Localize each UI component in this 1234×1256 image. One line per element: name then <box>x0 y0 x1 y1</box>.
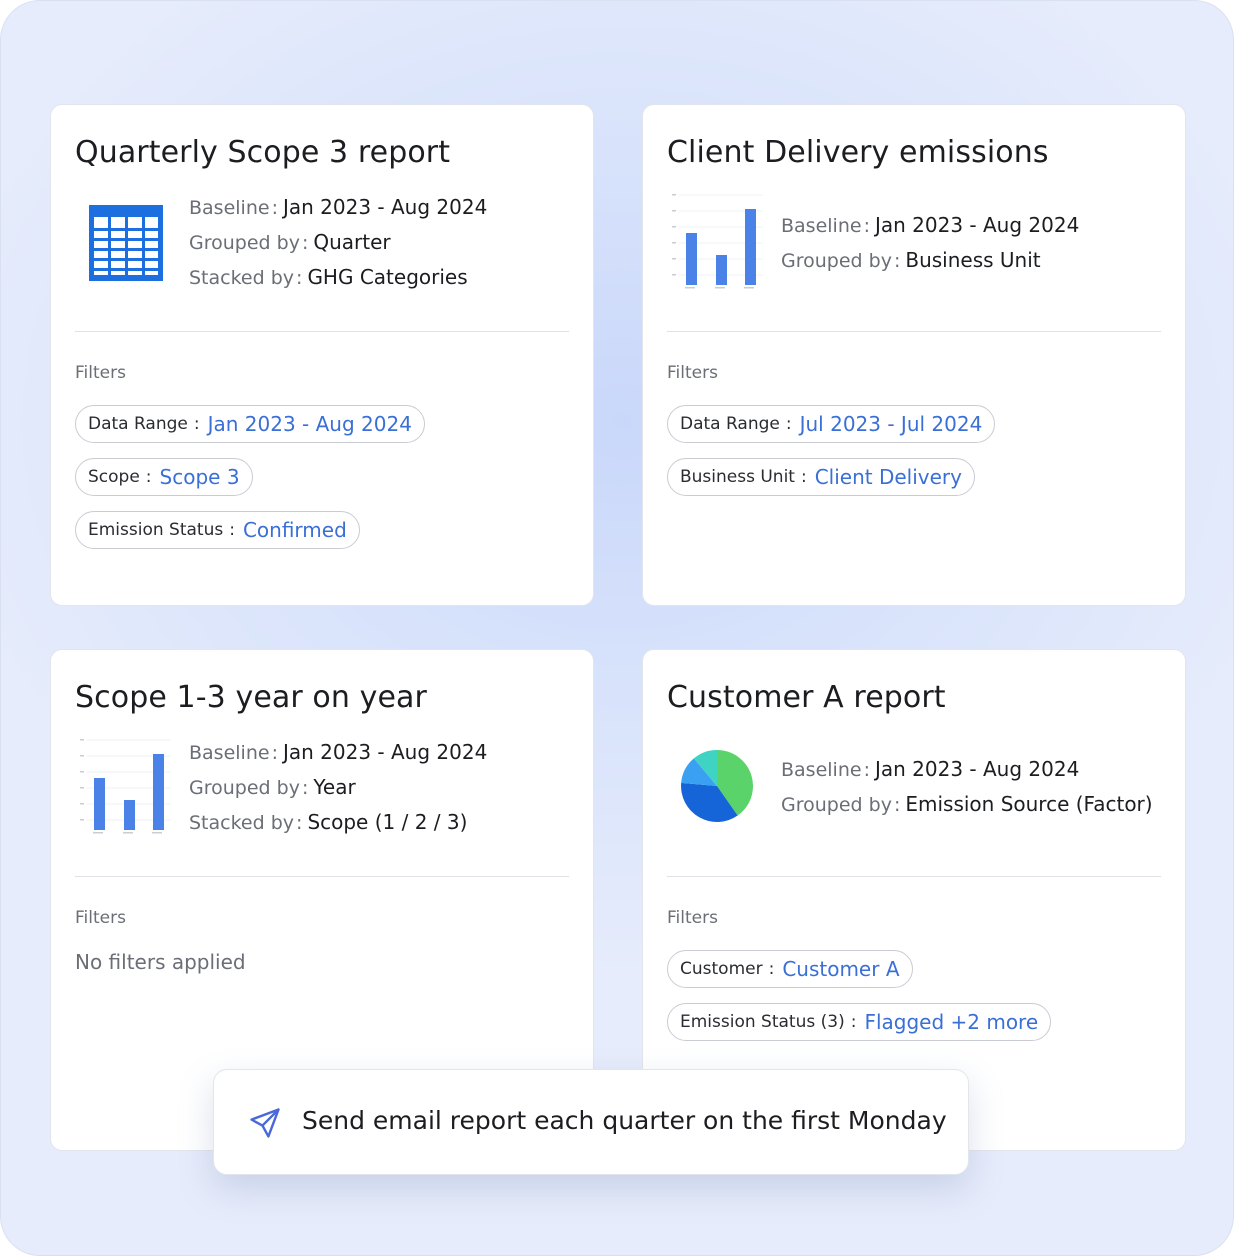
divider <box>75 331 569 332</box>
filter-chip-business-unit[interactable]: Business Unit: Client Delivery <box>667 458 975 496</box>
card-meta: Baseline: Jan 2023 - Aug 2024 Grouped by:… <box>781 208 1079 278</box>
filter-chip-scope[interactable]: Scope: Scope 3 <box>75 458 253 496</box>
card-title: Customer A report <box>667 680 946 715</box>
card-meta: Baseline: Jan 2023 - Aug 2024 Grouped by:… <box>189 190 487 295</box>
filters-label: Filters <box>75 363 126 383</box>
card-title: Quarterly Scope 3 report <box>75 135 451 170</box>
background-frame: Quarterly Scope 3 report Baseline: Jan 20… <box>0 0 1234 1256</box>
filters-label: Filters <box>667 908 718 928</box>
email-schedule-text: Send email report each quarter on the fi… <box>302 1106 947 1135</box>
filter-chip-data-range[interactable]: Data Range: Jan 2023 - Aug 2024 <box>75 405 425 443</box>
filter-chips: Data Range: Jul 2023 - Jul 2024 Business … <box>667 405 996 511</box>
bar-chart-icon <box>672 194 763 289</box>
filter-chips: Customer: Customer A Emission Status (3):… <box>667 950 1052 1056</box>
filter-chips: Data Range: Jan 2023 - Aug 2024 Scope: Sco… <box>75 405 425 564</box>
bar-chart-icon <box>80 739 171 834</box>
filter-chip-data-range[interactable]: Data Range: Jul 2023 - Jul 2024 <box>667 405 996 443</box>
table-icon <box>89 205 163 281</box>
filter-chip-emission-status[interactable]: Emission Status (3): Flagged +2 more <box>667 1003 1052 1041</box>
card-meta: Baseline: Jan 2023 - Aug 2024 Grouped by:… <box>189 735 487 840</box>
divider <box>75 876 569 877</box>
filter-chip-customer[interactable]: Customer: Customer A <box>667 950 913 988</box>
divider <box>667 331 1161 332</box>
card-title: Scope 1-3 year on year <box>75 680 427 715</box>
pie-chart-icon <box>681 750 754 822</box>
meta-baseline: Baseline: Jan 2023 - Aug 2024 <box>781 213 1080 237</box>
report-card-quarterly-scope-3[interactable]: Quarterly Scope 3 report Baseline: Jan 20… <box>50 104 594 606</box>
card-title: Client Delivery emissions <box>667 135 1049 170</box>
email-schedule-bar[interactable]: Send email report each quarter on the fi… <box>213 1069 969 1175</box>
no-filters-text: No filters applied <box>75 950 246 974</box>
card-meta: Baseline: Jan 2023 - Aug 2024 Grouped by:… <box>781 752 1153 822</box>
meta-grouped-by: Grouped by: Emission Source (Factor) <box>781 792 1153 816</box>
meta-stacked-by: Stacked by: GHG Categories <box>189 265 468 289</box>
meta-baseline: Baseline: Jan 2023 - Aug 2024 <box>189 740 488 764</box>
meta-grouped-by: Grouped by: Year <box>189 775 356 799</box>
filters-label: Filters <box>667 363 718 383</box>
filters-label: Filters <box>75 908 126 928</box>
meta-baseline: Baseline: Jan 2023 - Aug 2024 <box>189 195 488 219</box>
meta-stacked-by: Stacked by: Scope (1 / 2 / 3) <box>189 810 468 834</box>
report-card-client-delivery[interactable]: Client Delivery emissions Baseline: Jan 2… <box>642 104 1186 606</box>
meta-grouped-by: Grouped by: Business Unit <box>781 248 1041 272</box>
send-icon <box>250 1108 280 1138</box>
filter-chip-emission-status[interactable]: Emission Status: Confirmed <box>75 511 360 549</box>
meta-baseline: Baseline: Jan 2023 - Aug 2024 <box>781 757 1080 781</box>
meta-grouped-by: Grouped by: Quarter <box>189 230 391 254</box>
divider <box>667 876 1161 877</box>
